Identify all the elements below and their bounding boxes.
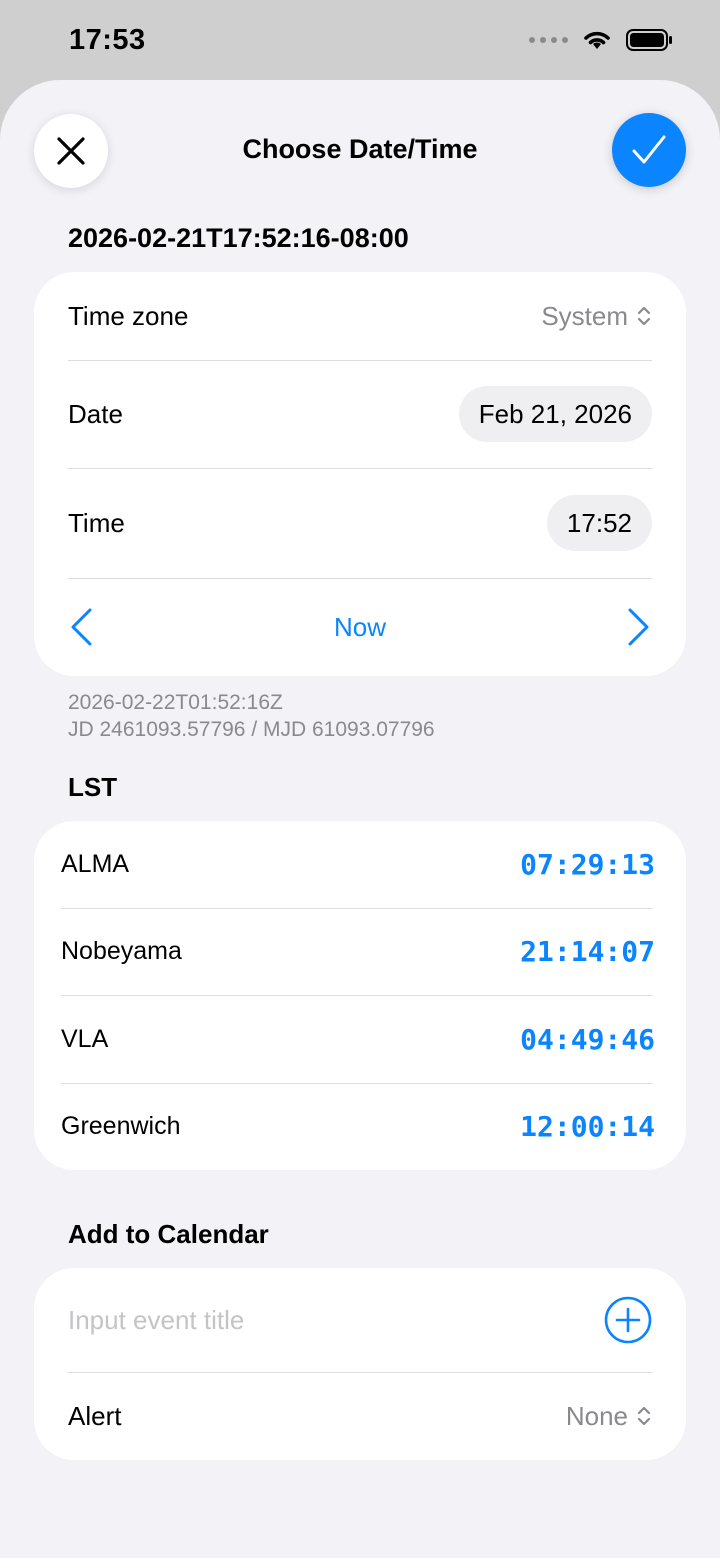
date-row: Date Feb 21, 2026: [34, 360, 686, 468]
confirm-button[interactable]: [612, 113, 686, 187]
lst-site-name: ALMA: [61, 850, 130, 879]
date-label: Date: [68, 398, 123, 429]
datetime-card: Time zone System Date Feb 21, 2026 Time …: [34, 272, 686, 676]
chevron-left-icon: [71, 608, 92, 646]
lst-row: ALMA 07:29:13: [34, 821, 686, 908]
iso-local-datetime: 2026-02-21T17:52:16-08:00: [68, 223, 409, 253]
lst-row: VLA 04:49:46: [34, 996, 686, 1083]
lst-row: Greenwich 12:00:14: [34, 1083, 686, 1170]
next-button[interactable]: [626, 607, 652, 647]
timezone-row: Time zone System: [34, 272, 686, 360]
battery-icon: [626, 29, 672, 51]
utc-datetime: 2026-02-22T01:52:16Z: [68, 691, 283, 714]
status-bar: 17:53: [0, 0, 720, 80]
lst-time: 21:14:07: [520, 935, 655, 969]
julian-date: JD 2461093.57796 / MJD 61093.07796: [68, 718, 435, 741]
timezone-picker[interactable]: System: [541, 301, 652, 332]
event-row: [34, 1268, 686, 1372]
wifi-icon: [584, 31, 610, 49]
chevron-up-down-icon: [637, 1406, 651, 1426]
plus-circle-icon: [604, 1296, 652, 1344]
alert-value: None: [565, 1400, 628, 1431]
lst-time: 04:49:46: [520, 1022, 655, 1056]
chevron-right-icon: [628, 608, 649, 646]
time-label: Time: [68, 507, 125, 538]
time-picker-button[interactable]: 17:52: [546, 495, 652, 551]
datetime-meta: 2026-02-22T01:52:16Z JD 2461093.57796 / …: [68, 689, 435, 743]
lst-site-name: VLA: [61, 1024, 109, 1053]
lst-site-name: Nobeyama: [61, 937, 182, 966]
date-time-sheet: Choose Date/Time 2026-02-21T17:52:16-08:…: [0, 80, 720, 1558]
calendar-section-title: Add to Calendar: [68, 1219, 269, 1249]
lst-time: 12:00:14: [520, 1109, 655, 1143]
time-row: Time 17:52: [34, 468, 686, 578]
now-row: Now: [34, 578, 686, 676]
status-icons: [529, 28, 674, 52]
calendar-card: Alert None: [34, 1268, 686, 1460]
add-event-button[interactable]: [604, 1296, 652, 1344]
status-time: 17:53: [69, 24, 146, 56]
lst-card: ALMA 07:29:13 Nobeyama 21:14:07 VLA 04:4…: [34, 821, 686, 1170]
event-title-input[interactable]: [68, 1304, 548, 1336]
alert-label: Alert: [68, 1400, 122, 1431]
signal-dots-icon: [529, 37, 568, 43]
previous-button[interactable]: [68, 607, 94, 647]
now-button[interactable]: Now: [334, 612, 386, 643]
timezone-label: Time zone: [68, 300, 189, 331]
lst-site-name: Greenwich: [61, 1111, 181, 1140]
alert-picker[interactable]: None: [566, 1401, 652, 1432]
lst-time: 07:29:13: [520, 848, 655, 882]
alert-row: Alert None: [34, 1372, 686, 1460]
checkmark-icon: [632, 135, 666, 164]
lst-row: Nobeyama 21:14:07: [34, 908, 686, 995]
timezone-value: System: [541, 300, 628, 331]
chevron-up-down-icon: [637, 306, 651, 326]
lst-section-title: LST: [68, 772, 118, 802]
date-picker-button[interactable]: Feb 21, 2026: [458, 386, 652, 442]
